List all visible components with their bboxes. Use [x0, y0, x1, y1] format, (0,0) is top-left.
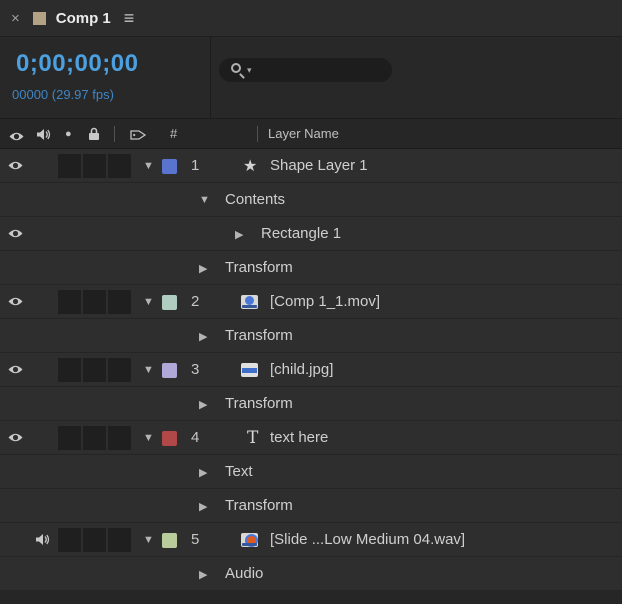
- timeline-panel: × Comp 1 ≡ 0;00;00;00 00000 (29.97 fps) …: [0, 0, 622, 604]
- search-dropdown-arrow[interactable]: ▾: [247, 65, 252, 76]
- twirl-arrow[interactable]: ▶: [199, 466, 207, 479]
- row-label[interactable]: Transform: [225, 497, 293, 514]
- search-icon: [231, 63, 241, 73]
- file-type-icon: [241, 363, 258, 377]
- layer-number: 2: [191, 293, 200, 310]
- layer-number: 3: [191, 361, 200, 378]
- row-label[interactable]: Rectangle 1: [261, 225, 341, 242]
- timeline-row[interactable]: ▼ 3 [child.jpg]: [0, 353, 622, 387]
- layer-number: 1: [191, 157, 200, 174]
- row-label[interactable]: [Slide ...Low Medium 04.wav]: [270, 531, 465, 548]
- row-label[interactable]: Audio: [225, 565, 263, 582]
- header-divider: [114, 126, 115, 142]
- text-layer-icon: T: [247, 428, 259, 448]
- layer-number: 5: [191, 531, 200, 548]
- layer-list: ▼ 1 ★ Shape Layer 1 ▼ Contents ▶ Rectang…: [0, 149, 622, 591]
- timeline-row[interactable]: ▶ Transform: [0, 489, 622, 523]
- video-column-eye-icon[interactable]: [8, 129, 25, 147]
- current-timecode[interactable]: 0;00;00;00: [16, 50, 138, 78]
- label-color-swatch[interactable]: [162, 363, 177, 378]
- close-icon[interactable]: ×: [11, 10, 20, 27]
- timeline-row[interactable]: ▶ Transform: [0, 319, 622, 353]
- file-type-icon: [241, 533, 258, 547]
- video-eye-button[interactable]: [7, 228, 24, 239]
- twirl-arrow[interactable]: ▶: [199, 500, 207, 513]
- timeline-row[interactable]: ▶ Audio: [0, 557, 622, 591]
- panel-divider: [210, 37, 211, 118]
- row-label[interactable]: Transform: [225, 327, 293, 344]
- twirl-arrow[interactable]: ▼: [143, 432, 154, 444]
- timeline-row[interactable]: ▶ Text: [0, 455, 622, 489]
- comp-icon: [32, 11, 46, 25]
- lock-column-icon[interactable]: [88, 127, 100, 146]
- file-type-icon: [241, 295, 258, 309]
- video-eye-button[interactable]: [7, 364, 24, 375]
- twirl-arrow[interactable]: ▶: [199, 398, 207, 411]
- timeline-row[interactable]: ▼ 5 [Slide ...Low Medium 04.wav]: [0, 523, 622, 557]
- timeline-row[interactable]: ▼ 1 ★ Shape Layer 1: [0, 149, 622, 183]
- time-area: 0;00;00;00 00000 (29.97 fps) ▾: [0, 37, 622, 119]
- row-label[interactable]: Contents: [225, 191, 285, 208]
- timeline-row[interactable]: ▶ Transform: [0, 387, 622, 421]
- label-color-swatch[interactable]: [162, 295, 177, 310]
- number-column-header[interactable]: #: [170, 126, 177, 141]
- row-label[interactable]: Text: [225, 463, 253, 480]
- row-label[interactable]: [child.jpg]: [270, 361, 333, 378]
- timeline-row[interactable]: ▶ Rectangle 1: [0, 217, 622, 251]
- timeline-row[interactable]: ▶ Transform: [0, 251, 622, 285]
- video-eye-button[interactable]: [7, 432, 24, 443]
- video-eye-button[interactable]: [7, 160, 24, 171]
- twirl-arrow[interactable]: ▶: [199, 568, 207, 581]
- shape-layer-star-icon: ★: [243, 158, 258, 175]
- layer-switches[interactable]: [58, 426, 131, 450]
- row-label[interactable]: Transform: [225, 395, 293, 412]
- panel-tab-bar: × Comp 1 ≡: [0, 0, 622, 37]
- bottom-filler: [0, 591, 622, 604]
- timeline-row[interactable]: ▼ 2 [Comp 1_1.mov]: [0, 285, 622, 319]
- layer-switches[interactable]: [58, 154, 131, 178]
- twirl-arrow[interactable]: ▼: [143, 296, 154, 308]
- layer-switches[interactable]: [58, 528, 131, 552]
- search-input[interactable]: ▾: [219, 58, 392, 82]
- header-divider: [257, 126, 258, 142]
- label-column-tag-icon[interactable]: [130, 128, 147, 146]
- panel-menu-icon[interactable]: ≡: [124, 8, 135, 29]
- label-color-swatch[interactable]: [162, 533, 177, 548]
- layer-name-column-header[interactable]: Layer Name: [268, 126, 339, 141]
- twirl-arrow[interactable]: ▼: [199, 194, 210, 206]
- label-color-swatch[interactable]: [162, 431, 177, 446]
- column-header: ● # Layer Name: [0, 119, 622, 149]
- layer-switches[interactable]: [58, 358, 131, 382]
- twirl-arrow[interactable]: ▼: [143, 364, 154, 376]
- row-label[interactable]: [Comp 1_1.mov]: [270, 293, 380, 310]
- row-label[interactable]: Transform: [225, 259, 293, 276]
- panel-tab-title[interactable]: Comp 1: [56, 10, 111, 27]
- twirl-arrow[interactable]: ▶: [199, 262, 207, 275]
- timeline-row[interactable]: ▼ Contents: [0, 183, 622, 217]
- layer-switches[interactable]: [58, 290, 131, 314]
- row-label[interactable]: text here: [270, 429, 328, 446]
- solo-column-icon[interactable]: ●: [65, 128, 72, 140]
- audio-column-speaker-icon[interactable]: [36, 128, 51, 146]
- twirl-arrow[interactable]: ▼: [143, 534, 154, 546]
- label-color-swatch[interactable]: [162, 159, 177, 174]
- audio-speaker-button[interactable]: [35, 533, 50, 546]
- row-label[interactable]: Shape Layer 1: [270, 157, 368, 174]
- twirl-arrow[interactable]: ▶: [235, 228, 243, 241]
- twirl-arrow[interactable]: ▶: [199, 330, 207, 343]
- twirl-arrow[interactable]: ▼: [143, 160, 154, 172]
- frame-count-readout: 00000 (29.97 fps): [12, 87, 114, 102]
- layer-number: 4: [191, 429, 200, 446]
- video-eye-button[interactable]: [7, 296, 24, 307]
- timeline-row[interactable]: ▼ 4 T text here: [0, 421, 622, 455]
